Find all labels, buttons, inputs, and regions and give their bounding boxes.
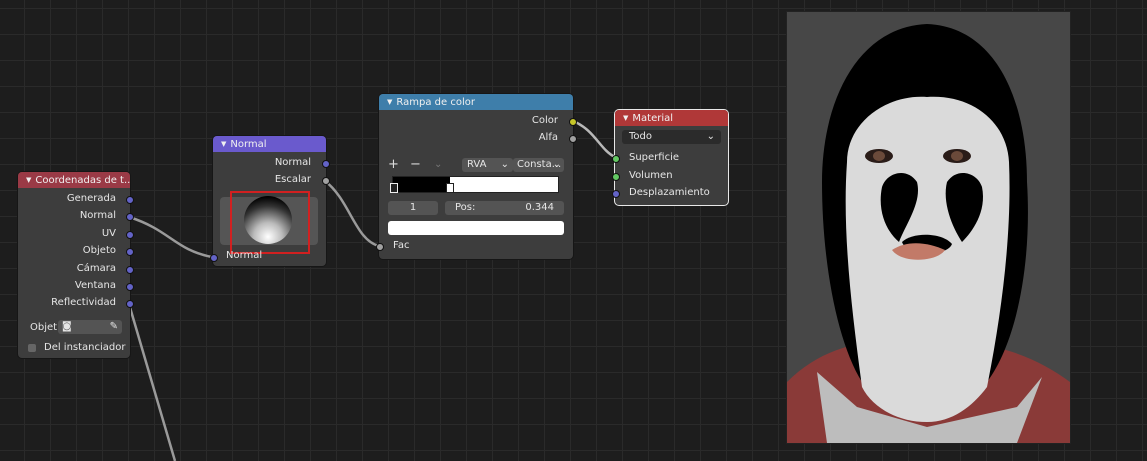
stop-color-swatch[interactable] [388,221,564,235]
output-uv-label: UV [101,228,116,239]
instancer-checkbox[interactable] [28,344,36,352]
texcoord-header[interactable]: ▼ Coordenadas de t.. [18,172,130,188]
collapse-triangle-icon[interactable]: ▼ [221,136,226,152]
input-desplazamiento-label: Desplazamiento [629,187,710,198]
socket-volumen[interactable] [612,173,620,181]
color-mode-select[interactable]: RVA ⌄ [462,158,513,172]
socket-camara[interactable] [126,266,134,274]
object-label: Objet [30,322,58,333]
texcoord-title: Coordenadas de t.. [35,175,130,186]
target-value: Todo [629,131,652,142]
stop-index-field[interactable]: 1 [388,201,438,215]
object-field[interactable]: ◙ ✎ [58,320,122,334]
rendered-character-image [787,24,1070,443]
color-ramp-bar[interactable] [392,176,559,193]
output-normal-label: Normal [79,210,116,221]
ramp-title: Rampa de color [396,97,475,108]
position-value: 0.344 [525,202,554,213]
link-escalar-to-fac [324,180,380,248]
socket-color[interactable] [569,118,577,126]
output-objeto-label: Objeto [82,245,116,256]
output-generada-label: Generada [66,193,116,204]
collapse-triangle-icon[interactable]: ▼ [387,94,392,110]
socket-normal-in[interactable] [210,254,218,262]
socket-normal-out[interactable] [126,213,134,221]
chevron-down-icon: ⌄ [706,131,715,142]
socket-escalar[interactable] [322,177,330,185]
instancer-label: Del instanciador [44,342,126,353]
eyedropper-icon[interactable]: ✎ [110,320,118,334]
collapse-triangle-icon[interactable]: ▼ [623,110,628,126]
interpolation-select[interactable]: Consta... ⌄ [513,158,564,172]
socket-superficie[interactable] [612,155,620,163]
target-select[interactable]: Todo ⌄ [622,130,721,144]
link-normal-to-normal [128,215,213,259]
link-color-to-superficie [572,119,616,159]
output-color-label: Color [531,115,558,126]
highlight-box [230,191,310,254]
normal-title: Normal [230,139,267,150]
normal-node[interactable]: ▼ Normal Normal Escalar Normal [210,136,330,266]
color-ramp-node[interactable]: ▼ Rampa de color Color Alfa + − ⌄ RVA ⌄ C… [376,94,577,259]
position-field[interactable]: Pos: 0.344 [445,201,564,215]
link-reflectividad-out [127,303,177,461]
output-camara-label: Cámara [76,263,116,274]
socket-desplazamiento[interactable] [612,190,620,198]
color-mode-value: RVA [467,159,487,170]
input-normal-label: Normal [226,250,263,261]
material-title: Material [632,113,674,124]
output-ventana-label: Ventana [74,280,116,291]
socket-fac[interactable] [376,243,384,251]
stop-marker-black[interactable] [390,183,398,193]
socket-ventana[interactable] [126,283,134,291]
input-fac-label: Fac [393,240,410,251]
socket-generada[interactable] [126,196,134,204]
object-picker-icon: ◙ [62,321,72,332]
stop-marker-white[interactable] [446,183,454,193]
input-superficie-label: Superficie [629,152,680,163]
input-volumen-label: Volumen [629,170,673,181]
render-preview [786,11,1071,444]
chevron-down-icon: ⌄ [500,159,509,170]
remove-stop-button[interactable]: − [410,157,421,172]
material-header[interactable]: ▼ Material [615,110,728,126]
chevron-down-icon: ⌄ [552,159,561,170]
socket-normal-out[interactable] [322,160,330,168]
socket-reflectividad[interactable] [126,300,134,308]
output-reflectividad-label: Reflectividad [51,297,116,308]
socket-alfa[interactable] [569,135,577,143]
material-output-node[interactable]: ▼ Material Todo ⌄ Superficie Volumen Desp… [612,110,728,205]
collapse-triangle-icon[interactable]: ▼ [26,172,31,188]
socket-uv[interactable] [126,231,134,239]
add-stop-button[interactable]: + [388,157,399,172]
chevron-down-icon[interactable]: ⌄ [434,159,442,170]
position-label: Pos: [455,202,476,213]
texture-coordinate-node[interactable]: ▼ Coordenadas de t.. Generada Normal UV O… [18,172,134,358]
socket-objeto[interactable] [126,248,134,256]
output-normal-label: Normal [274,157,311,168]
normal-header[interactable]: ▼ Normal [213,136,326,152]
stop-index-value: 1 [409,202,417,213]
ramp-header[interactable]: ▼ Rampa de color [379,94,573,110]
output-alfa-label: Alfa [538,132,558,143]
output-escalar-label: Escalar [274,174,311,185]
